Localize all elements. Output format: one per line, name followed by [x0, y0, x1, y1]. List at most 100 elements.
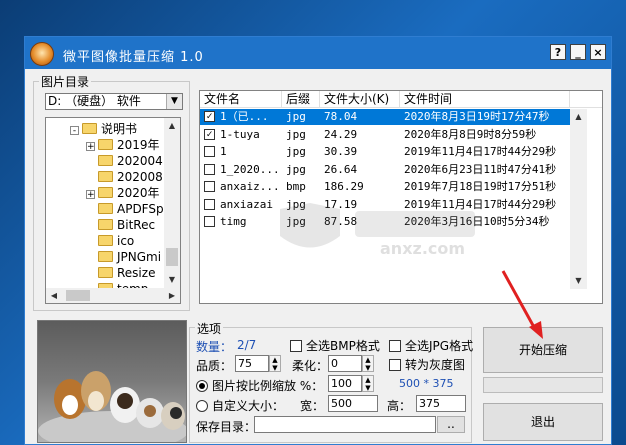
tree-item[interactable]: +2019年	[86, 137, 160, 153]
close-button[interactable]: ×	[590, 44, 606, 60]
quality-stepper[interactable]: ▲ ▼	[269, 355, 281, 372]
scroll-right-icon[interactable]: ▶	[164, 288, 180, 303]
file-name-cell: anxaiz...	[220, 180, 280, 193]
file-row[interactable]: 1_2020... jpg 26.64 2020年6月23日11时47分41秒	[200, 162, 570, 178]
scroll-up-icon[interactable]: ▲	[570, 109, 587, 125]
tree-item[interactable]: ico	[86, 233, 134, 249]
file-row[interactable]: anxaiz... bmp 186.29 2019年7月18日19时17分51秒	[200, 179, 570, 195]
title-bar[interactable]: 微平图像批量压缩 1.0 ? _ ×	[25, 37, 611, 69]
quality-input[interactable]: 75	[235, 355, 269, 372]
checkbox-box-icon[interactable]	[389, 340, 401, 352]
file-row[interactable]: ✓ 1（已... jpg 78.04 2020年8月3日19时17分47秒	[200, 109, 570, 125]
watermark-text: anxz.com	[380, 239, 466, 258]
select-jpg-label: 全选JPG格式	[405, 339, 474, 353]
scroll-thumb[interactable]	[66, 290, 90, 301]
width-label: 宽：	[300, 399, 325, 413]
checkbox-box-icon[interactable]	[290, 340, 302, 352]
tree-item-label: BitRec	[117, 218, 156, 232]
file-time-cell: 2020年6月23日11时47分41秒	[404, 162, 557, 176]
tree-item-label: 2020年	[117, 186, 160, 200]
tree-item[interactable]: 202008	[86, 169, 163, 185]
file-size-cell: 78.04	[324, 110, 358, 123]
file-row[interactable]: ✓ 1-tuya jpg 24.29 2020年8月8日9时8分59秒	[200, 127, 570, 143]
collapse-icon[interactable]: -	[70, 126, 79, 136]
scale-stepper[interactable]: ▲ ▼	[362, 375, 374, 392]
file-size-cell: 26.64	[324, 162, 358, 176]
radio-selected-icon[interactable]	[196, 380, 208, 392]
file-row[interactable]: 1 jpg 30.39 2019年11月4日17时44分29秒	[200, 144, 570, 160]
column-header-ext[interactable]: 后缀	[282, 91, 320, 108]
column-header-name[interactable]: 文件名	[200, 91, 282, 108]
save-dir-input[interactable]	[254, 416, 436, 433]
folder-group-label: 图片目录	[39, 73, 92, 90]
tree-item-label: JPNGmi	[117, 250, 162, 264]
height-input[interactable]: 375	[416, 395, 466, 412]
checkbox-unchecked-icon[interactable]	[204, 181, 215, 192]
folder-icon	[98, 251, 113, 262]
expand-icon[interactable]: +	[86, 190, 95, 200]
folder-icon	[98, 267, 113, 278]
scroll-thumb[interactable]	[166, 248, 178, 266]
scroll-left-icon[interactable]: ◀	[46, 288, 62, 303]
soften-stepper[interactable]: ▲ ▼	[362, 355, 374, 372]
exit-button[interactable]: 退出	[483, 403, 603, 441]
checkbox-unchecked-icon[interactable]	[204, 146, 215, 157]
checkbox-unchecked-icon[interactable]	[204, 198, 215, 210]
tree-item[interactable]: BitRec	[86, 217, 155, 233]
tree-vertical-scrollbar[interactable]: ▲ ▼	[164, 118, 180, 288]
tree-horizontal-scrollbar[interactable]: ◀ ▶	[46, 288, 180, 303]
file-size-cell: 30.39	[324, 145, 358, 158]
radio-unselected-icon[interactable]	[196, 400, 208, 412]
minimize-button[interactable]: _	[570, 44, 586, 60]
dropdown-arrow-icon[interactable]: ▼	[166, 94, 182, 109]
select-jpg-checkbox[interactable]: 全选JPG格式	[389, 337, 473, 354]
puppies-photo	[38, 371, 186, 442]
folder-icon	[98, 219, 113, 230]
width-input[interactable]: 500	[328, 395, 378, 412]
checkbox-unchecked-icon[interactable]	[204, 216, 215, 227]
file-size-cell: 24.29	[324, 127, 358, 141]
scroll-up-icon[interactable]: ▲	[164, 118, 180, 134]
tree-item-label: 202004	[117, 154, 163, 168]
checkbox-checked-icon[interactable]: ✓	[204, 111, 215, 122]
folder-tree[interactable]: - 说明书 +2019年 202004 202008 +2020年 APDFSp BitRec…	[45, 117, 181, 304]
scale-input[interactable]: 100	[328, 375, 362, 392]
folder-icon	[98, 203, 113, 214]
tree-item[interactable]: 202004	[86, 153, 163, 169]
tree-item[interactable]: Resize	[86, 265, 155, 281]
tree-item-label: 202008	[117, 170, 163, 184]
tree-item-label: APDFSp	[117, 202, 164, 216]
progress-bar	[483, 377, 603, 393]
app-window: 微平图像批量压缩 1.0 ? _ × 图片目录 D: （硬盘） 软件 ▼ - 说明…	[24, 36, 612, 445]
custom-size-radio[interactable]: 自定义大小：	[196, 397, 284, 414]
scroll-down-icon[interactable]: ▼	[164, 272, 180, 288]
help-button[interactable]: ?	[550, 44, 566, 60]
column-header-size[interactable]: 文件大小(K)	[320, 91, 400, 108]
tree-item[interactable]: - 说明书	[70, 121, 137, 137]
checkbox-unchecked-icon[interactable]	[204, 163, 215, 175]
tree-item[interactable]: APDFSp	[86, 201, 164, 217]
scale-radio[interactable]: 图片按比例缩放 %：	[196, 377, 323, 394]
dimensions-readout: 500 * 375	[399, 377, 454, 390]
quality-label: 品质：	[196, 359, 233, 373]
scroll-down-icon[interactable]: ▼	[570, 273, 587, 289]
file-ext-cell: jpg	[286, 162, 306, 176]
red-arrow-icon	[501, 270, 543, 339]
checkbox-checked-icon[interactable]: ✓	[204, 128, 215, 140]
tree-item[interactable]: JPNGmi	[86, 249, 161, 265]
tree-item-label: Resize	[117, 266, 156, 280]
checkbox-box-icon[interactable]	[389, 359, 401, 371]
soften-input[interactable]: 0	[328, 355, 362, 372]
select-bmp-checkbox[interactable]: 全选BMP格式	[290, 337, 380, 354]
browse-button[interactable]: ..	[437, 416, 465, 433]
expand-icon[interactable]: +	[86, 142, 95, 152]
grayscale-checkbox[interactable]: 转为灰度图	[389, 356, 465, 373]
tree-item[interactable]: +2020年	[86, 185, 160, 201]
list-vertical-scrollbar[interactable]: ▲ ▼	[570, 109, 587, 289]
drive-select[interactable]: D: （硬盘） 软件 ▼	[45, 93, 183, 110]
column-header-filler	[570, 91, 602, 108]
app-icon	[30, 42, 54, 66]
file-ext-cell: bmp	[286, 180, 306, 193]
column-header-time[interactable]: 文件时间	[400, 91, 570, 108]
file-time-cell: 2019年7月18日19时17分51秒	[404, 180, 557, 193]
